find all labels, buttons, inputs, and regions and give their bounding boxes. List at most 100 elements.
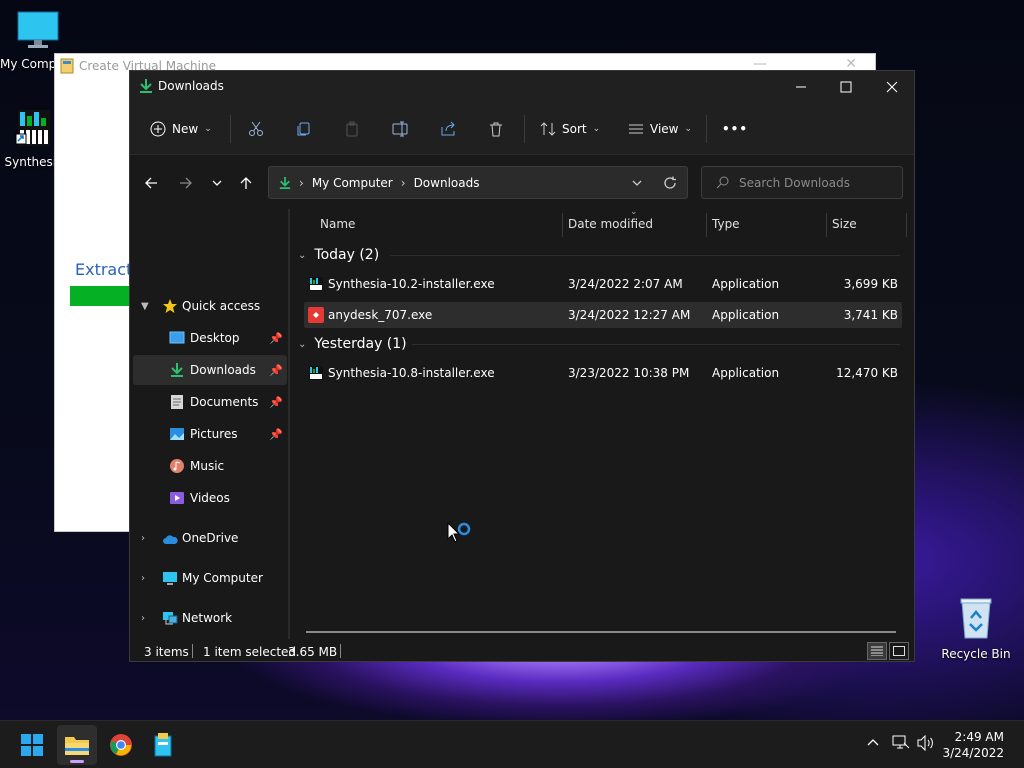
column-header-name[interactable]: Name (320, 209, 355, 239)
sidebar-item-label: OneDrive (182, 531, 239, 545)
file-row-selected[interactable]: anydesk_707.exe 3/24/2022 12:27 AM Appli… (304, 302, 902, 328)
desktop-icon-recycle-bin[interactable]: Recycle Bin (936, 596, 1016, 661)
file-list: Name Date modified ⌄ Type Size ⌄ Today (… (290, 207, 914, 639)
rename-button[interactable] (392, 117, 410, 141)
selection-count: 1 item selected (203, 645, 297, 659)
cut-button[interactable] (248, 117, 264, 141)
document-icon (171, 395, 183, 409)
file-size: 3,741 KB (843, 308, 898, 322)
chevron-down-icon[interactable]: ⌄ (298, 250, 306, 261)
sidebar-item-label: Desktop (190, 331, 240, 345)
file-row[interactable]: Synthesia-10.2-installer.exe 3/24/2022 2… (304, 271, 902, 297)
breadcrumb-separator: › (400, 175, 406, 190)
group-label: Yesterday (1) (314, 336, 407, 352)
sidebar-item-desktop[interactable]: Desktop 📌 (133, 323, 287, 353)
maximize-button[interactable] (823, 71, 869, 103)
forward-button[interactable] (172, 169, 200, 197)
new-button[interactable]: New ⌄ (150, 117, 212, 141)
breadcrumb-downloads[interactable]: Downloads (414, 176, 480, 190)
up-button[interactable] (232, 169, 260, 197)
network-tray-button[interactable] (892, 735, 910, 754)
chevron-down-icon[interactable] (631, 177, 643, 189)
selection-size: 3.65 MB (288, 645, 338, 659)
delete-button[interactable] (488, 117, 504, 141)
desktop: My Computer Synthesia Recycle Bin Create… (0, 0, 1024, 720)
column-divider[interactable] (562, 213, 563, 237)
show-hidden-icons-button[interactable] (866, 735, 880, 752)
chevron-up-icon (867, 739, 879, 746)
sidebar-item-my-computer[interactable]: › My Computer (133, 563, 287, 593)
search-input[interactable]: Search Downloads (701, 166, 903, 199)
column-header-size[interactable]: Size (832, 209, 857, 239)
file-row[interactable]: Synthesia-10.8-installer.exe 3/23/2022 1… (304, 360, 902, 386)
file-explorer-window[interactable]: Downloads New ⌄ Sort ⌄ View ⌄ ••• › My C… (129, 70, 915, 662)
details-view-button[interactable] (867, 642, 887, 660)
desktop-folder-icon (169, 331, 185, 344)
column-divider[interactable] (706, 213, 707, 237)
progress-bar (70, 286, 130, 306)
chevron-down-icon (212, 180, 222, 186)
share-icon (441, 121, 455, 136)
sidebar-item-music[interactable]: Music (133, 451, 287, 481)
taskbar-file-explorer[interactable] (57, 725, 97, 765)
taskbar-installer[interactable] (143, 725, 183, 765)
chevron-down-icon[interactable]: ⌄ (298, 339, 306, 350)
close-button[interactable] (869, 71, 915, 103)
breadcrumb-my-computer[interactable]: My Computer (312, 176, 393, 190)
more-options-button[interactable]: ••• (722, 117, 748, 141)
monitor-icon (17, 11, 59, 48)
volume-tray-button[interactable] (917, 734, 935, 754)
copy-button[interactable] (296, 117, 312, 141)
group-header-today[interactable]: ⌄ Today (2) (298, 245, 379, 265)
sidebar-item-network[interactable]: › Network (133, 603, 287, 633)
sidebar-item-pictures[interactable]: Pictures 📌 (133, 419, 287, 449)
horizontal-scrollbar[interactable] (306, 631, 896, 633)
start-button[interactable] (12, 725, 52, 765)
sort-button[interactable]: Sort ⌄ (540, 117, 600, 141)
taskbar: 2:49 AM 3/24/2022 (0, 720, 1024, 768)
trash-icon (490, 122, 502, 137)
view-button[interactable]: View ⌄ (628, 117, 692, 141)
network-icon (163, 612, 178, 625)
taskbar-chrome[interactable] (101, 725, 141, 765)
chevron-right-icon[interactable]: › (141, 573, 145, 584)
column-header-label: Size (832, 217, 857, 231)
chevron-down-icon[interactable]: ▼ (141, 301, 149, 312)
group-label: Today (2) (314, 247, 380, 263)
column-header-type[interactable]: Type (712, 209, 740, 239)
video-icon (170, 492, 184, 504)
tiles-view-button[interactable] (889, 642, 909, 660)
sidebar-item-label: Downloads (190, 363, 256, 377)
taskbar-clock[interactable]: 2:49 AM 3/24/2022 (942, 729, 1004, 761)
share-button[interactable] (440, 117, 456, 141)
sidebar-item-downloads[interactable]: Downloads 📌 (133, 355, 287, 385)
sidebar-item-videos[interactable]: Videos (133, 483, 287, 513)
busy-cursor-icon (447, 521, 471, 543)
clock-date: 3/24/2022 (942, 746, 1004, 760)
details-view-icon (871, 646, 883, 656)
window-titlebar[interactable]: Downloads (130, 71, 914, 103)
column-divider[interactable] (906, 213, 907, 237)
sidebar-item-label: Quick access (182, 299, 261, 313)
chevron-right-icon[interactable]: › (141, 533, 145, 544)
column-divider[interactable] (826, 213, 827, 237)
recent-locations-button[interactable] (203, 169, 231, 197)
sidebar-item-label: Pictures (190, 427, 238, 441)
sidebar-item-label: Videos (190, 491, 230, 505)
group-header-yesterday[interactable]: ⌄ Yesterday (1) (298, 334, 407, 354)
pin-icon: 📌 (269, 427, 283, 441)
refresh-icon[interactable] (663, 176, 677, 190)
chevron-right-icon[interactable]: › (141, 613, 145, 624)
back-button[interactable] (137, 169, 165, 197)
pin-icon: 📌 (269, 395, 283, 409)
sidebar-item-documents[interactable]: Documents 📌 (133, 387, 287, 417)
paste-button[interactable] (344, 117, 360, 141)
column-header-date[interactable]: Date modified (568, 209, 653, 239)
sidebar-item-onedrive[interactable]: › OneDrive (133, 523, 287, 553)
sidebar-item-quick-access[interactable]: ▼ Quick access (133, 291, 287, 321)
minimize-button[interactable] (778, 71, 824, 103)
status-divider (192, 644, 193, 658)
address-bar[interactable]: › My Computer › Downloads (268, 166, 688, 199)
column-header-label: Type (712, 217, 740, 231)
file-type: Application (712, 366, 780, 380)
